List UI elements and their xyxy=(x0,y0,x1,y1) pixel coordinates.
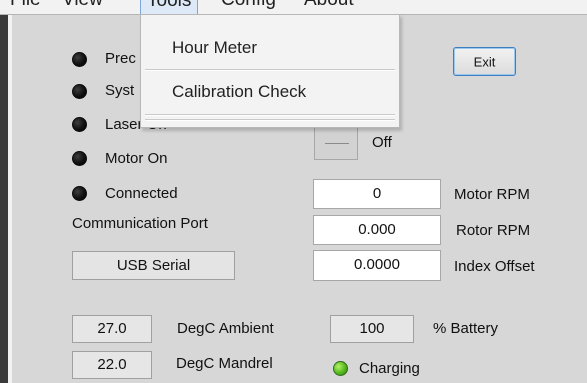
menu-view[interactable]: View xyxy=(62,0,103,11)
status-label-motor: Motor On xyxy=(105,150,168,167)
communication-port-button[interactable]: USB Serial xyxy=(72,251,235,280)
status-led-laser xyxy=(72,117,87,132)
menu-item-calibration-check[interactable]: Calibration Check xyxy=(142,74,398,110)
toggle-indicator xyxy=(325,143,349,144)
toggle-label: Off xyxy=(372,134,392,151)
rotor-rpm-field: 0.000 xyxy=(313,215,441,245)
motor-rpm-field: 0 xyxy=(313,179,441,209)
battery-label: % Battery xyxy=(433,320,499,337)
tools-dropdown-menu: Hour Meter Calibration Check xyxy=(140,14,400,128)
menu-tools-label: Tools xyxy=(147,0,192,11)
menu-about[interactable]: About xyxy=(304,0,354,11)
charging-led xyxy=(333,361,348,376)
menu-separator xyxy=(145,114,395,116)
exit-button-label: Exit xyxy=(473,54,496,69)
menu-separator xyxy=(145,69,395,71)
communication-port-label: Communication Port xyxy=(72,215,208,232)
menu-item-hour-meter[interactable]: Hour Meter xyxy=(142,30,398,66)
status-label-prec: Prec xyxy=(105,50,136,67)
charging-label: Charging xyxy=(359,360,420,377)
menu-file[interactable]: File xyxy=(10,0,41,11)
status-led-syst xyxy=(72,84,87,99)
battery-readout: 100 xyxy=(330,315,414,343)
ambient-temp-label: DegC Ambient xyxy=(177,320,274,337)
rotor-rpm-label: Rotor RPM xyxy=(456,222,531,239)
index-offset-label: Index Offset xyxy=(454,258,535,275)
menu-bar: File View Tools Config About xyxy=(0,0,587,15)
menu-tools[interactable]: Tools xyxy=(140,0,199,14)
menu-separator xyxy=(145,119,395,121)
status-label-connected: Connected xyxy=(105,185,178,202)
status-led-motor xyxy=(72,151,87,166)
status-led-connected xyxy=(72,186,87,201)
status-label-syst: Syst xyxy=(105,82,135,99)
exit-button[interactable]: Exit xyxy=(453,47,516,76)
motor-rpm-label: Motor RPM xyxy=(454,186,530,203)
status-led-prec xyxy=(72,52,87,67)
ambient-temp-readout: 27.0 xyxy=(72,315,152,343)
window-border xyxy=(0,15,8,383)
index-offset-field: 0.0000 xyxy=(313,250,441,281)
menu-config[interactable]: Config xyxy=(221,0,276,11)
power-toggle[interactable] xyxy=(314,126,358,160)
mandrel-temp-readout: 22.0 xyxy=(72,351,152,379)
mandrel-temp-label: DegC Mandrel xyxy=(176,355,273,372)
